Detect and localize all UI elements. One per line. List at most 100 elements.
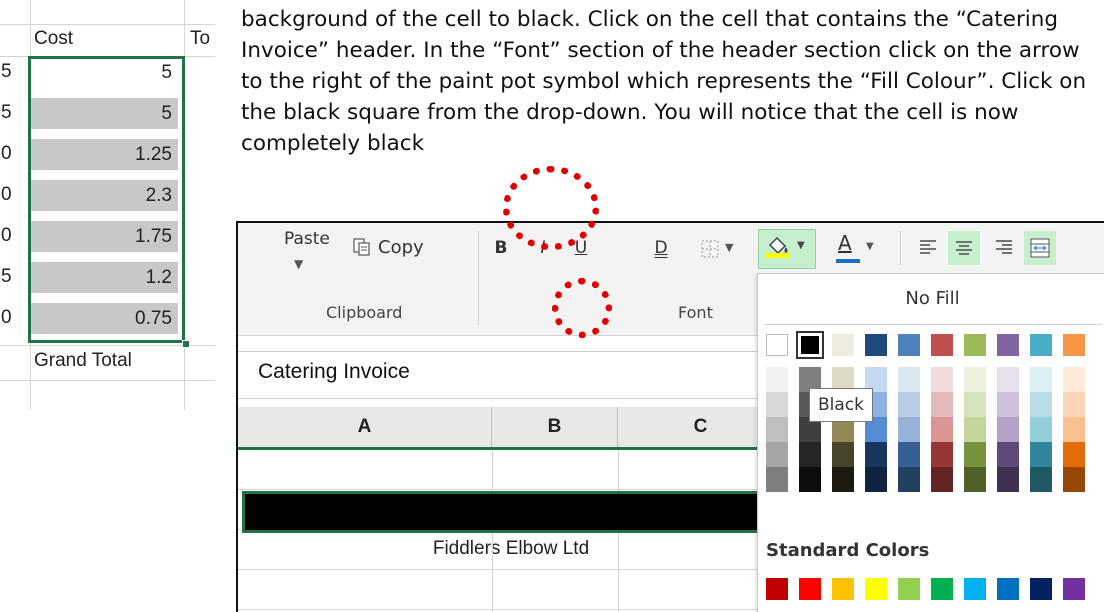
theme-shade-swatch[interactable] xyxy=(1063,392,1085,417)
theme-shade-swatch[interactable] xyxy=(931,392,953,417)
borders-icon[interactable] xyxy=(700,239,720,259)
theme-shade-swatch[interactable] xyxy=(1030,417,1052,442)
row-key: 5 xyxy=(1,266,12,287)
theme-shade-swatch[interactable] xyxy=(1063,367,1085,392)
theme-colour-swatch[interactable] xyxy=(766,334,788,356)
theme-shade-swatch[interactable] xyxy=(1063,467,1085,492)
row-key: 5 xyxy=(1,61,12,82)
fill-dropdown-arrow-icon[interactable]: ▼ xyxy=(797,240,805,251)
theme-shade-swatch[interactable] xyxy=(766,467,788,492)
fill-colour-button[interactable]: ▼ xyxy=(758,229,816,269)
theme-colour-swatch[interactable] xyxy=(931,334,953,356)
standard-colour-swatch[interactable] xyxy=(865,578,887,600)
theme-colour-swatch[interactable] xyxy=(1063,334,1085,356)
theme-shade-swatch[interactable] xyxy=(865,442,887,467)
theme-shade-swatch[interactable] xyxy=(1063,442,1085,467)
theme-shade-swatch[interactable] xyxy=(931,367,953,392)
column-header-a[interactable]: A xyxy=(238,407,492,447)
theme-shade-swatch[interactable] xyxy=(1030,367,1052,392)
grid-line xyxy=(0,24,215,25)
align-right-icon[interactable] xyxy=(994,237,1014,257)
grand-total-label[interactable]: Grand Total xyxy=(34,350,132,372)
row-key: 0 xyxy=(1,143,12,164)
formula-bar-value[interactable]: Catering Invoice xyxy=(258,360,410,384)
theme-shade-swatch[interactable] xyxy=(964,442,986,467)
align-center-button[interactable] xyxy=(948,231,980,265)
theme-shade-swatch[interactable] xyxy=(832,467,854,492)
standard-colour-swatch[interactable] xyxy=(997,578,1019,600)
theme-shade-swatch[interactable] xyxy=(766,442,788,467)
borders-dropdown-arrow-icon[interactable]: ▼ xyxy=(725,241,733,254)
paint-bucket-icon xyxy=(765,234,791,258)
standard-colours-label: Standard Colors xyxy=(766,540,930,561)
paste-dropdown-arrow-icon[interactable]: ▼ xyxy=(294,257,303,271)
theme-shade-swatch[interactable] xyxy=(1063,417,1085,442)
theme-shade-swatch[interactable] xyxy=(964,392,986,417)
theme-shade-swatch[interactable] xyxy=(898,392,920,417)
theme-shade-swatch[interactable] xyxy=(931,442,953,467)
row-key: 5 xyxy=(1,102,12,123)
black-filled-header-cell[interactable] xyxy=(242,491,782,533)
theme-shade-swatch[interactable] xyxy=(1030,442,1052,467)
fill-handle[interactable] xyxy=(182,340,190,348)
theme-shade-swatch[interactable] xyxy=(997,392,1019,417)
grid-line xyxy=(0,380,215,381)
theme-shade-swatch[interactable] xyxy=(766,392,788,417)
theme-colour-swatch[interactable] xyxy=(1030,334,1052,356)
no-fill-option[interactable]: No Fill xyxy=(758,288,1104,309)
theme-shade-swatch[interactable] xyxy=(766,417,788,442)
theme-shade-swatch[interactable] xyxy=(964,367,986,392)
font-colour-button[interactable]: A xyxy=(834,231,864,265)
standard-colour-swatch[interactable] xyxy=(832,578,854,600)
row-key: 0 xyxy=(1,184,12,205)
standard-colour-swatch[interactable] xyxy=(964,578,986,600)
cost-column-header[interactable]: Cost xyxy=(34,28,73,50)
standard-colour-swatch[interactable] xyxy=(931,578,953,600)
theme-shade-swatch[interactable] xyxy=(964,467,986,492)
bold-button[interactable]: B xyxy=(492,235,510,261)
standard-colour-swatch[interactable] xyxy=(1030,578,1052,600)
theme-shade-swatch[interactable] xyxy=(964,417,986,442)
double-underline-button[interactable]: D xyxy=(652,235,670,261)
theme-shade-swatch[interactable] xyxy=(931,467,953,492)
theme-shade-swatch[interactable] xyxy=(997,467,1019,492)
theme-colour-swatch[interactable] xyxy=(865,334,887,356)
theme-shade-swatch[interactable] xyxy=(997,417,1019,442)
theme-shade-swatch[interactable] xyxy=(799,467,821,492)
standard-colour-swatch[interactable] xyxy=(766,578,788,600)
theme-shade-swatch[interactable] xyxy=(898,442,920,467)
font-colour-bar xyxy=(836,259,860,263)
theme-shade-swatch[interactable] xyxy=(997,442,1019,467)
copy-icon[interactable] xyxy=(352,237,372,257)
standard-colour-swatch[interactable] xyxy=(1063,578,1085,600)
standard-colour-swatch[interactable] xyxy=(799,578,821,600)
total-column-header[interactable]: To xyxy=(190,28,214,50)
theme-shade-swatch[interactable] xyxy=(865,467,887,492)
theme-shade-swatch[interactable] xyxy=(832,442,854,467)
theme-shade-swatch[interactable] xyxy=(799,442,821,467)
theme-shade-swatch[interactable] xyxy=(1030,392,1052,417)
merge-center-button[interactable] xyxy=(1024,231,1056,265)
theme-shade-swatch[interactable] xyxy=(931,417,953,442)
theme-colour-swatch[interactable] xyxy=(832,334,854,356)
theme-shade-swatch[interactable] xyxy=(898,367,920,392)
theme-colour-swatch[interactable] xyxy=(796,331,824,359)
theme-shade-swatch[interactable] xyxy=(898,417,920,442)
paste-button[interactable]: Paste xyxy=(284,229,330,249)
theme-colour-swatch[interactable] xyxy=(898,334,920,356)
font-colour-dropdown-arrow-icon[interactable]: ▼ xyxy=(866,241,874,252)
theme-colour-swatch[interactable] xyxy=(964,334,986,356)
align-left-icon[interactable] xyxy=(918,237,938,257)
theme-shade-swatch[interactable] xyxy=(1030,467,1052,492)
excel-window: Paste ▼ Copy Clipboard B I U D ▼ Font ▼ … xyxy=(236,221,1104,612)
theme-colour-swatch[interactable] xyxy=(997,334,1019,356)
column-header-b[interactable]: B xyxy=(492,407,618,447)
ribbon-separator xyxy=(900,231,901,265)
company-name-cell[interactable]: Fiddlers Elbow Ltd xyxy=(238,538,784,560)
standard-colour-swatch[interactable] xyxy=(898,578,920,600)
theme-shade-swatch[interactable] xyxy=(997,367,1019,392)
theme-shade-swatch[interactable] xyxy=(766,367,788,392)
fill-colour-dropdown: No Fill Standard Colors xyxy=(757,273,1104,612)
theme-shade-swatch[interactable] xyxy=(898,467,920,492)
copy-button[interactable]: Copy xyxy=(378,237,424,258)
